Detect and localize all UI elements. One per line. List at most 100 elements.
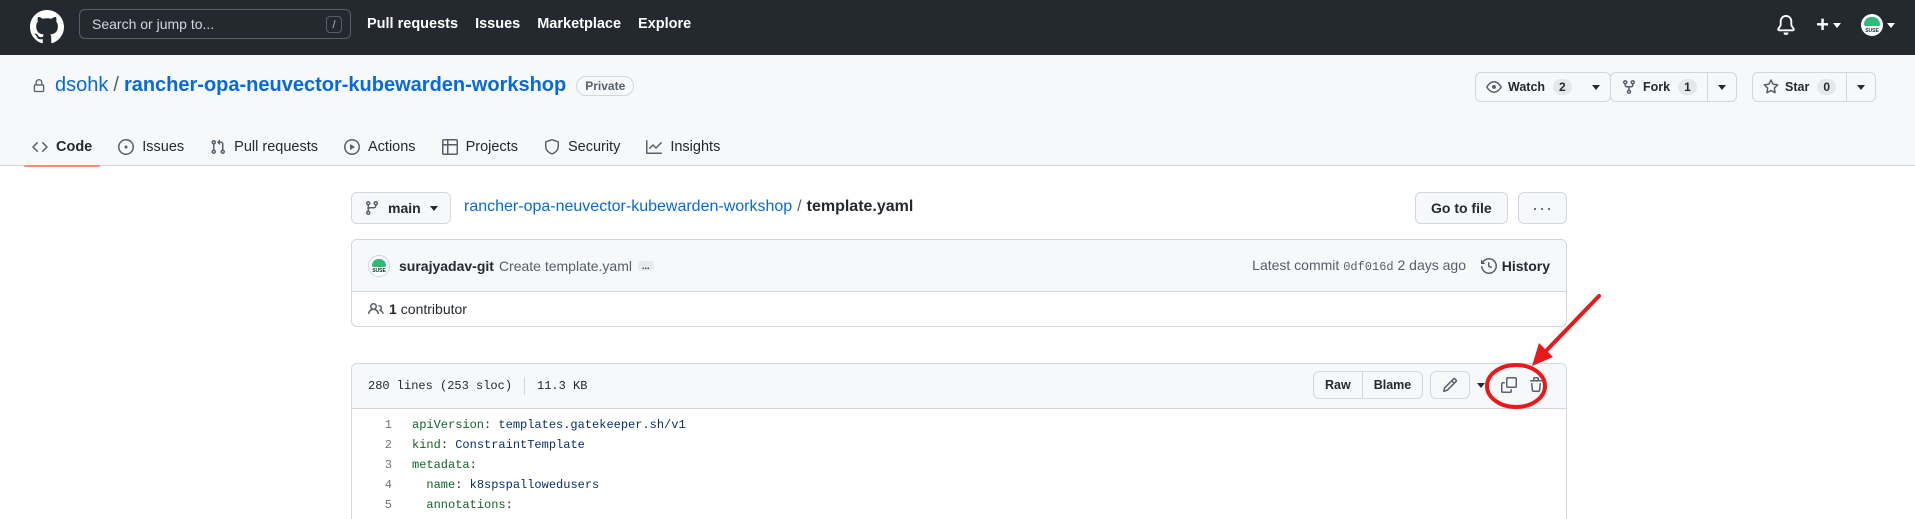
nav-marketplace[interactable]: Marketplace bbox=[537, 16, 621, 32]
nav-pull-requests[interactable]: Pull requests bbox=[367, 16, 458, 32]
tab-security-label: Security bbox=[567, 138, 621, 155]
repo-path-separator: / bbox=[113, 74, 119, 96]
play-icon bbox=[344, 138, 360, 155]
header-actions: + SUSE bbox=[1776, 14, 1895, 36]
nav-issues[interactable]: Issues bbox=[475, 16, 520, 32]
fork-dropdown[interactable] bbox=[1708, 73, 1736, 101]
tab-code[interactable]: Code bbox=[23, 127, 101, 167]
line-number[interactable]: 4 bbox=[352, 478, 392, 492]
visibility-badge: Private bbox=[576, 75, 635, 96]
chevron-down-icon bbox=[1887, 22, 1895, 28]
history-label: History bbox=[1501, 257, 1550, 274]
yaml-value: k8spspallowedusers bbox=[469, 478, 600, 492]
yaml-value: ConstraintTemplate bbox=[455, 438, 585, 452]
fork-label: Fork bbox=[1643, 80, 1671, 94]
chevron-down-icon bbox=[1717, 84, 1726, 90]
commit-expand-button[interactable]: ... bbox=[638, 260, 654, 271]
more-options-button[interactable]: ··· bbox=[1518, 192, 1567, 224]
code-line: 5 annotations: bbox=[352, 495, 1566, 515]
watch-label: Watch bbox=[1508, 80, 1546, 94]
yaml-key: apiVersion bbox=[412, 418, 485, 432]
raw-button[interactable]: Raw bbox=[1314, 372, 1362, 398]
star-button-group: Star 0 bbox=[1752, 72, 1877, 102]
tab-actions[interactable]: Actions bbox=[344, 127, 416, 166]
pencil-icon bbox=[1442, 377, 1458, 393]
tab-security[interactable]: Security bbox=[544, 127, 620, 166]
create-new-menu[interactable]: + bbox=[1816, 14, 1841, 36]
star-dropdown[interactable] bbox=[1847, 73, 1875, 101]
graph-icon bbox=[646, 139, 663, 154]
commit-sha-link[interactable]: 0df016d bbox=[1343, 260, 1393, 274]
code-view: 1 apiVersion: templates.gatekeeper.sh/v1… bbox=[352, 409, 1566, 519]
nav-explore[interactable]: Explore bbox=[638, 16, 691, 32]
yaml-key: annotations bbox=[426, 498, 506, 512]
line-number[interactable]: 5 bbox=[352, 498, 392, 512]
fork-icon bbox=[1623, 80, 1635, 95]
bell-icon[interactable] bbox=[1776, 14, 1796, 36]
contributor-count: 1 bbox=[389, 301, 397, 317]
code-line: 6 description: >- bbox=[352, 515, 1566, 519]
watch-button[interactable]: Watch 2 bbox=[1476, 73, 1582, 101]
repo-owner-link[interactable]: dsohk bbox=[55, 74, 108, 97]
contributors-row[interactable]: 1 contributor bbox=[352, 292, 1566, 326]
branch-name: main bbox=[388, 200, 421, 216]
tab-projects-label: Projects bbox=[465, 138, 518, 155]
repo-tabs: Code Issues Pull requests Actions Projec… bbox=[23, 127, 746, 167]
breadcrumb-repo-link[interactable]: rancher-opa-neuvector-kubewarden-worksho… bbox=[464, 198, 792, 215]
copy-raw-contents-button[interactable] bbox=[1494, 371, 1524, 399]
file-content-box: 280 lines (253 sloc) 11.3 KB Raw Blame 1… bbox=[351, 363, 1567, 519]
code-line: 1 apiVersion: templates.gatekeeper.sh/v1 bbox=[352, 415, 1566, 435]
branch-selector[interactable]: main bbox=[351, 192, 451, 224]
pull-request-icon bbox=[211, 139, 226, 154]
edit-dropdown[interactable] bbox=[1470, 371, 1492, 399]
watch-count: 2 bbox=[1553, 79, 1572, 95]
people-icon bbox=[368, 302, 384, 315]
commit-author-avatar[interactable]: SUSE bbox=[368, 254, 390, 277]
table-icon bbox=[441, 138, 458, 155]
branch-icon bbox=[365, 201, 378, 216]
line-number[interactable]: 1 bbox=[352, 418, 392, 432]
raw-blame-group: Raw Blame bbox=[1313, 371, 1424, 399]
tab-issues[interactable]: Issues bbox=[118, 127, 184, 166]
repo-header: dsohk / rancher-opa-neuvector-kubewarden… bbox=[0, 55, 1915, 167]
github-logo-icon[interactable] bbox=[30, 10, 64, 44]
chevron-down-icon bbox=[1477, 382, 1485, 388]
watch-button-group: Watch 2 bbox=[1475, 72, 1611, 102]
search-shortcut-key: / bbox=[326, 16, 342, 33]
line-number[interactable]: 2 bbox=[352, 438, 392, 452]
tab-insights[interactable]: Insights bbox=[646, 127, 720, 166]
star-icon bbox=[1763, 79, 1779, 94]
trash-icon bbox=[1530, 377, 1542, 392]
tab-insights-label: Insights bbox=[670, 138, 721, 155]
delete-file-button[interactable] bbox=[1524, 371, 1548, 399]
contributor-label: contributor bbox=[400, 301, 467, 317]
star-label: Star bbox=[1785, 80, 1810, 94]
go-to-file-button[interactable]: Go to file bbox=[1415, 192, 1508, 224]
breadcrumb: rancher-opa-neuvector-kubewarden-worksho… bbox=[464, 198, 913, 216]
breadcrumb-separator: / bbox=[797, 198, 802, 215]
yaml-key: metadata bbox=[412, 458, 470, 472]
plus-icon: + bbox=[1816, 12, 1829, 37]
user-menu[interactable]: SUSE bbox=[1861, 14, 1895, 36]
tab-projects[interactable]: Projects bbox=[441, 127, 518, 166]
fork-count: 1 bbox=[1678, 79, 1697, 95]
issue-icon bbox=[118, 138, 135, 155]
line-number[interactable]: 3 bbox=[352, 458, 392, 472]
repo-name-link[interactable]: rancher-opa-neuvector-kubewarden-worksho… bbox=[124, 74, 566, 97]
fork-button[interactable]: Fork 1 bbox=[1611, 73, 1708, 101]
watch-dropdown[interactable] bbox=[1582, 73, 1610, 101]
global-header: Search or jump to... / Pull requests Iss… bbox=[0, 0, 1915, 55]
commit-message-link[interactable]: Create template.yaml bbox=[499, 258, 632, 274]
commit-author-link[interactable]: surajyadav-git bbox=[399, 258, 494, 274]
search-input[interactable]: Search or jump to... / bbox=[79, 9, 351, 39]
edit-button[interactable] bbox=[1430, 371, 1470, 399]
code-line: 4 name: k8spspallowedusers bbox=[352, 475, 1566, 495]
tab-pull-requests[interactable]: Pull requests bbox=[210, 127, 318, 166]
star-button[interactable]: Star 0 bbox=[1753, 73, 1848, 101]
chevron-down-icon bbox=[1591, 84, 1600, 90]
blame-button[interactable]: Blame bbox=[1361, 372, 1423, 398]
copy-icon bbox=[1501, 377, 1517, 393]
repo-title: dsohk / rancher-opa-neuvector-kubewarden… bbox=[32, 74, 635, 97]
history-link[interactable]: History bbox=[1480, 257, 1550, 274]
shield-icon bbox=[544, 138, 559, 155]
